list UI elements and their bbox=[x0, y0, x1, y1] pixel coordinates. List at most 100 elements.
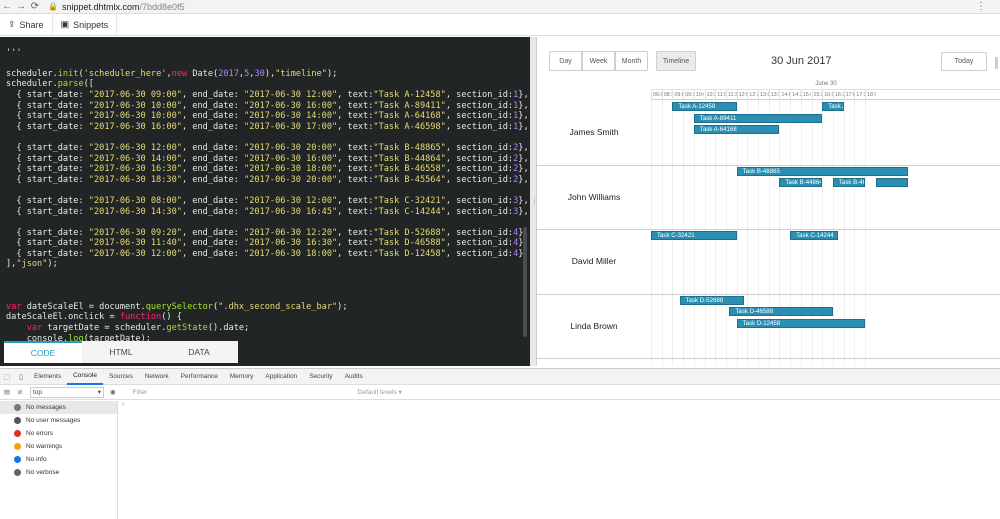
today-button[interactable]: Today bbox=[941, 52, 987, 71]
filter-label: No errors bbox=[26, 430, 54, 437]
filter-icon bbox=[14, 456, 21, 463]
event-bar[interactable]: Task D-46588 bbox=[729, 307, 833, 316]
event-bar[interactable]: Task A-46598 bbox=[822, 102, 844, 111]
console-filter-item[interactable]: No errors bbox=[0, 427, 117, 440]
time-tick: 09:00 bbox=[672, 90, 683, 100]
levels-dropdown[interactable]: Default levels ▾ bbox=[358, 388, 402, 396]
forward-icon[interactable]: → bbox=[14, 1, 28, 12]
url-field[interactable]: snippet.dhtmlx.com/7bdd8e0f5 bbox=[62, 2, 185, 12]
filter-icon bbox=[14, 443, 21, 450]
event-bar[interactable]: Task A-64168 bbox=[693, 125, 780, 134]
tab-data[interactable]: DATA bbox=[160, 341, 238, 363]
devtools-tab-elements[interactable]: Elements bbox=[28, 369, 67, 385]
chevron-down-icon: ▾ bbox=[97, 389, 101, 396]
console-filter-input[interactable]: Filter bbox=[130, 387, 352, 398]
time-tick: 16:30 bbox=[832, 90, 844, 100]
share-button[interactable]: ⇪ Share bbox=[0, 13, 53, 36]
view-switcher: Day Week Month Timeline bbox=[549, 51, 696, 71]
devtools-tab-audits[interactable]: Audits bbox=[339, 369, 369, 385]
time-tick: 12:00 bbox=[736, 90, 747, 100]
console-filter-item[interactable]: No warnings bbox=[0, 440, 117, 453]
view-week-button[interactable]: Week bbox=[582, 51, 615, 71]
console-filter-item[interactable]: No user messages bbox=[0, 414, 117, 427]
view-day-button[interactable]: Day bbox=[549, 51, 582, 71]
filter-icon bbox=[14, 469, 21, 476]
sidebar-toggle-icon[interactable]: ▤ bbox=[0, 388, 14, 396]
filter-label: No user messages bbox=[26, 417, 81, 424]
event-bar[interactable]: Task B-48865 bbox=[736, 166, 908, 176]
time-tick: 15:00 bbox=[800, 90, 811, 100]
time-tick: 13:00 bbox=[758, 90, 769, 100]
time-tick: 10:30 bbox=[704, 90, 715, 100]
devtools-tab-network[interactable]: Network bbox=[139, 369, 175, 385]
editor-tabs: CODE HTML DATA bbox=[4, 341, 238, 363]
console-toolbar: ▤ ⊘ top ▾ ◉ Filter Default levels ▾ bbox=[0, 385, 1000, 400]
section-divider bbox=[537, 293, 1000, 295]
filter-icon bbox=[14, 404, 21, 411]
back-icon[interactable]: ← bbox=[0, 1, 14, 12]
reload-icon[interactable]: ⟳ bbox=[28, 1, 42, 12]
tab-html[interactable]: HTML bbox=[82, 341, 160, 363]
filter-label: No verbose bbox=[26, 469, 60, 476]
devtools-tab-sources[interactable]: Sources bbox=[103, 369, 139, 385]
time-tick: 14:30 bbox=[790, 90, 801, 100]
code-editor[interactable]: ''' scheduler.init('scheduler_here',new … bbox=[0, 37, 530, 366]
devtools-tabs: ⬚ ▯ Elements Console Sources Network Perform… bbox=[0, 369, 1000, 385]
section-label: Linda Brown bbox=[570, 320, 618, 331]
filter-icon bbox=[14, 430, 21, 437]
browser-address-bar: ← → ⟳ 🔒 snippet.dhtmlx.com/7bdd8e0f5 ⋮ bbox=[0, 0, 1000, 14]
devtools-tab-console[interactable]: Console bbox=[67, 369, 103, 385]
event-bar[interactable]: Task B-44864 bbox=[779, 178, 823, 187]
eye-icon[interactable]: ◉ bbox=[110, 388, 116, 396]
devtools-tab-memory[interactable]: Memory bbox=[224, 369, 259, 385]
device-toggle-icon[interactable]: ▯ bbox=[14, 373, 28, 381]
view-month-button[interactable]: Month bbox=[615, 51, 648, 71]
timeline-grid: June 30 06:0008:3009:0009:3010:0010:3011… bbox=[537, 79, 1000, 366]
snippet-toolbar: ⇪ Share ▣ Snippets bbox=[0, 13, 1000, 36]
editor-scrollbar[interactable] bbox=[523, 227, 527, 337]
time-tick: 16:00 bbox=[822, 90, 833, 100]
event-bar[interactable]: Task C-32421 bbox=[651, 231, 737, 240]
devtools-tab-application[interactable]: Application bbox=[259, 369, 303, 385]
event-bar[interactable]: Task A-89411 bbox=[693, 113, 823, 123]
time-tick: 10:00 bbox=[693, 90, 704, 100]
time-tick: 12:30 bbox=[747, 90, 758, 100]
scheduler-scrollbar[interactable] bbox=[995, 57, 998, 69]
time-tick: 18:00 bbox=[865, 90, 876, 100]
share-icon: ⇪ bbox=[8, 19, 16, 29]
time-tick: 11:30 bbox=[725, 90, 737, 100]
event-bar[interactable]: Task C-14244 bbox=[790, 231, 839, 240]
section-label: David Miller bbox=[571, 256, 617, 267]
section-divider bbox=[537, 358, 1000, 359]
console-prompt: › bbox=[122, 401, 125, 408]
section-label: John Williams bbox=[567, 191, 621, 202]
tab-code[interactable]: CODE bbox=[4, 341, 82, 363]
view-timeline-button[interactable]: Timeline bbox=[656, 51, 696, 71]
event-bar[interactable]: Task D-52688 bbox=[679, 295, 744, 305]
event-bar[interactable]: Task B-46558 bbox=[832, 178, 865, 187]
snippets-button[interactable]: ▣ Snippets bbox=[53, 13, 118, 36]
event-bar[interactable]: Task D-12458 bbox=[736, 318, 865, 328]
time-tick: 17:30 bbox=[854, 90, 865, 100]
time-tick: 17:00 bbox=[843, 90, 854, 100]
browser-menu-icon[interactable]: ⋮ bbox=[976, 1, 986, 12]
clear-console-icon[interactable]: ⊘ bbox=[14, 388, 26, 396]
time-tick: 08:30 bbox=[661, 90, 672, 100]
event-bar[interactable]: Task A-12458 bbox=[672, 102, 737, 111]
console-filter-item[interactable]: No info bbox=[0, 453, 117, 466]
console-filter-item[interactable]: No messages bbox=[0, 401, 117, 414]
devtools-tab-performance[interactable]: Performance bbox=[175, 369, 224, 385]
time-tick: 06:00 bbox=[651, 90, 662, 100]
event-bar[interactable] bbox=[875, 178, 908, 187]
context-select[interactable]: top ▾ bbox=[30, 386, 104, 398]
time-tick: 13:30 bbox=[768, 90, 779, 100]
grid-column bbox=[865, 100, 866, 366]
inspect-icon[interactable]: ⬚ bbox=[0, 373, 14, 381]
console-sidebar: No messages No user messages No errors No w… bbox=[0, 401, 118, 519]
scheduler-preview: Day Week Month Timeline 30 Jun 2017 Toda… bbox=[536, 37, 1000, 366]
devtools-tab-security[interactable]: Security bbox=[303, 369, 338, 385]
console-filter-item[interactable]: No verbose bbox=[0, 466, 117, 479]
date-scale-bar[interactable]: June 30 bbox=[651, 81, 1000, 90]
console-output[interactable]: › bbox=[118, 401, 1000, 519]
section-label: James Smith bbox=[569, 127, 619, 138]
